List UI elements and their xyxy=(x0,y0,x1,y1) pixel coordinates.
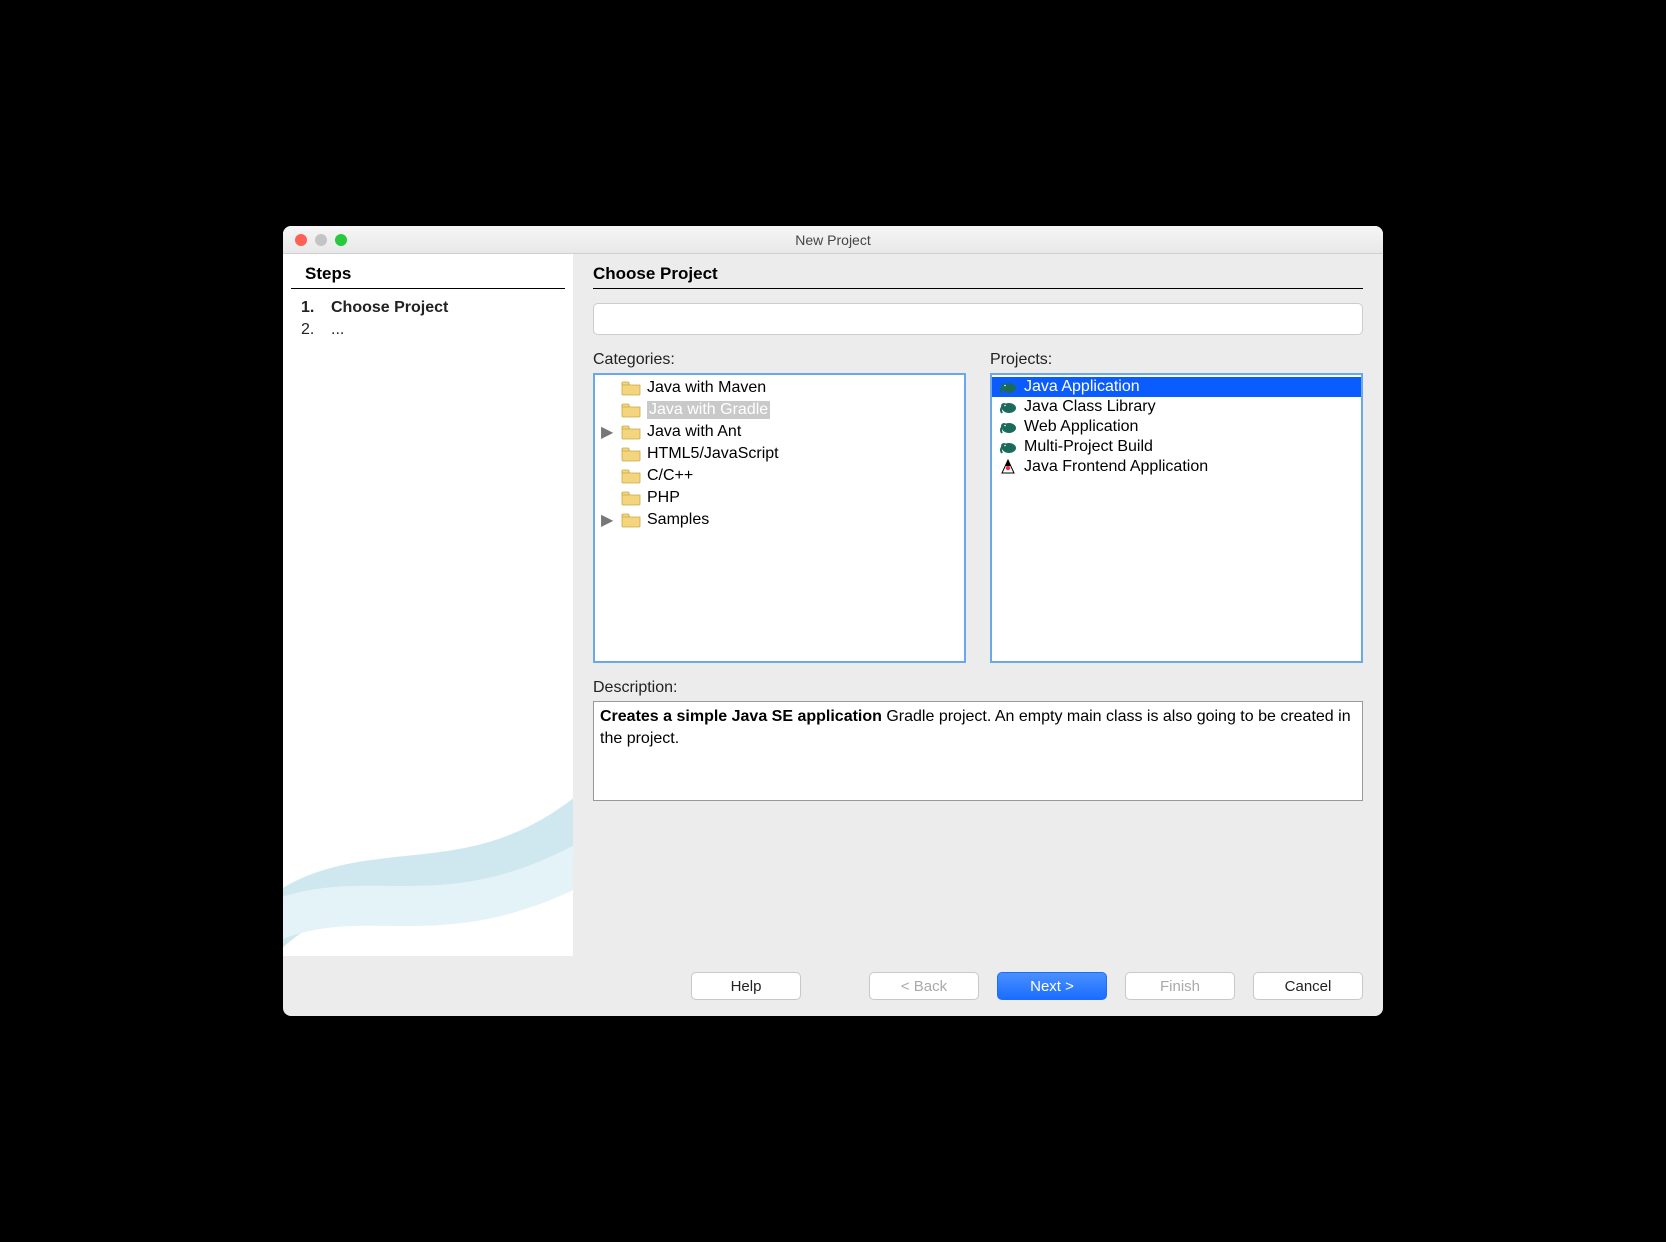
folder-icon xyxy=(621,380,641,396)
window-title: New Project xyxy=(283,232,1383,248)
close-icon[interactable] xyxy=(295,234,307,246)
category-label: Java with Maven xyxy=(647,379,766,397)
categories-label: Categories: xyxy=(593,351,966,369)
folder-icon xyxy=(621,468,641,484)
categories-tree[interactable]: ▶Java with Maven▶Java with Gradle▶Java w… xyxy=(593,373,966,663)
steps-heading: Steps xyxy=(291,254,565,289)
sidebar-decoration xyxy=(283,786,573,956)
step-label: Choose Project xyxy=(331,299,448,317)
cancel-button[interactable]: Cancel xyxy=(1253,972,1363,1000)
step-item: 2.... xyxy=(301,319,555,341)
help-button[interactable]: Help xyxy=(691,972,801,1000)
folder-icon xyxy=(621,424,641,440)
folder-icon xyxy=(621,446,641,462)
minimize-icon[interactable] xyxy=(315,234,327,246)
projects-label: Projects: xyxy=(990,351,1363,369)
disclosure-triangle-icon[interactable]: ▶ xyxy=(601,422,613,442)
step-item: 1. Choose Project xyxy=(301,297,555,319)
folder-icon xyxy=(621,490,641,506)
gradle-elephant-icon xyxy=(998,379,1018,395)
gradle-elephant-icon xyxy=(998,419,1018,435)
window-controls xyxy=(283,234,347,246)
category-item[interactable]: ▶Java with Maven xyxy=(595,377,964,399)
category-item[interactable]: ▶ Samples xyxy=(595,509,964,531)
disclosure-triangle-icon[interactable]: ▶ xyxy=(601,510,613,530)
titlebar: New Project xyxy=(283,226,1383,254)
projects-list[interactable]: Java Application Java Class Library Web Ap… xyxy=(990,373,1363,663)
project-item[interactable]: Java Frontend Application xyxy=(992,457,1361,477)
dialog-footer: Help < Back Next > Finish Cancel xyxy=(283,956,1383,1016)
description-bold: Creates a simple Java SE application xyxy=(600,708,882,725)
finish-button[interactable]: Finish xyxy=(1125,972,1235,1000)
project-item[interactable]: Multi-Project Build xyxy=(992,437,1361,457)
folder-icon xyxy=(621,512,641,528)
category-item[interactable]: ▶ Java with Ant xyxy=(595,421,964,443)
project-item[interactable]: Java Application xyxy=(992,377,1361,397)
project-label: Java Class Library xyxy=(1024,398,1156,416)
category-label: Java with Gradle xyxy=(647,401,770,419)
category-item[interactable]: ▶C/C++ xyxy=(595,465,964,487)
description-box: Creates a simple Java SE application Gra… xyxy=(593,701,1363,801)
step-number: 2. xyxy=(301,321,319,339)
main-panel: Choose Project Categories: ▶Java with Ma… xyxy=(573,254,1383,956)
gradle-elephant-icon xyxy=(998,439,1018,455)
project-item[interactable]: Java Class Library xyxy=(992,397,1361,417)
project-item[interactable]: Web Application xyxy=(992,417,1361,437)
project-label: Java Application xyxy=(1024,378,1140,396)
new-project-dialog: New Project Steps 1.Choose Project2.... … xyxy=(283,226,1383,1016)
project-label: Multi-Project Build xyxy=(1024,438,1153,456)
project-label: Web Application xyxy=(1024,418,1138,436)
back-button[interactable]: < Back xyxy=(869,972,979,1000)
category-label: HTML5/JavaScript xyxy=(647,445,779,463)
page-title: Choose Project xyxy=(593,264,1363,289)
category-label: C/C++ xyxy=(647,467,693,485)
step-number: 1. xyxy=(301,299,319,317)
folder-icon xyxy=(621,402,641,418)
category-item[interactable]: ▶HTML5/JavaScript xyxy=(595,443,964,465)
category-label: PHP xyxy=(647,489,680,507)
category-label: Java with Ant xyxy=(647,423,741,441)
duke-icon xyxy=(998,459,1018,475)
category-item[interactable]: ▶PHP xyxy=(595,487,964,509)
steps-sidebar: Steps 1. Choose Project 2.... xyxy=(283,254,573,956)
description-label: Description: xyxy=(593,679,1363,697)
maximize-icon[interactable] xyxy=(335,234,347,246)
category-item[interactable]: ▶Java with Gradle xyxy=(595,399,964,421)
step-label: ... xyxy=(331,321,344,339)
gradle-elephant-icon xyxy=(998,399,1018,415)
category-label: Samples xyxy=(647,511,709,529)
search-input[interactable] xyxy=(593,303,1363,335)
project-label: Java Frontend Application xyxy=(1024,458,1208,476)
next-button[interactable]: Next > xyxy=(997,972,1107,1000)
